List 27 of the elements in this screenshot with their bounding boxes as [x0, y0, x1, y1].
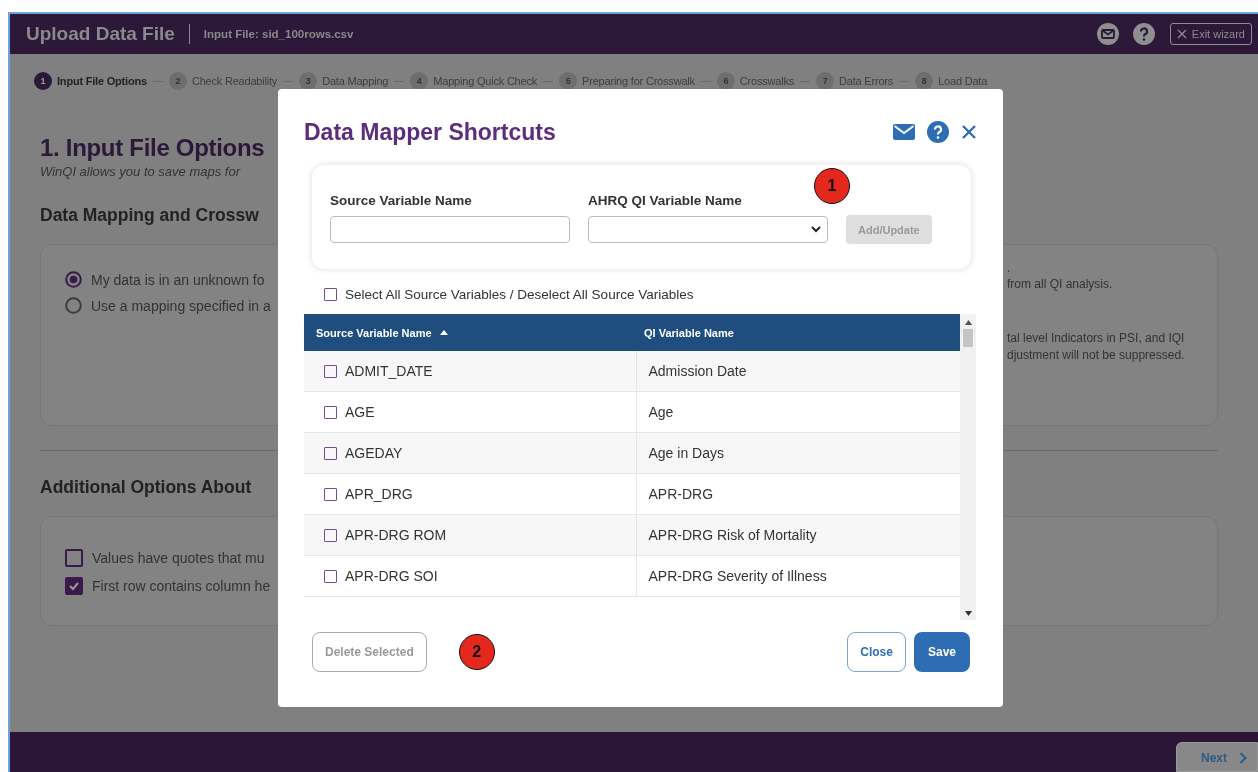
table-cell: APR_DRG [304, 474, 637, 514]
table-cell: APR-DRG ROM [304, 515, 637, 555]
table-cell-text: Age in Days [647, 444, 725, 463]
page-title: Upload Data File [26, 23, 175, 45]
table-cell-text: APR-DRG Risk of Mortality [647, 526, 818, 545]
field-label: Source Variable Name [330, 193, 473, 208]
dialog-title: Data Mapper Shortcuts [304, 118, 556, 146]
table-cell: AGE [304, 392, 637, 432]
section-heading: 1. Input File Options [40, 134, 265, 162]
callout-number: 2 [458, 634, 495, 670]
table-cell-text: Admission Date [647, 362, 748, 381]
note-text: from all QI analysis. [1007, 277, 1114, 291]
table-cell: APR-DRG SOI [304, 556, 637, 596]
table-cell-text: APR-DRG [647, 485, 715, 504]
table-cell-text: APR-DRG Severity of Illness [647, 567, 828, 586]
note-text: . [1007, 261, 1012, 275]
table-cell: ADMIT_DATE [304, 351, 637, 391]
table-cell-text: Age [647, 403, 675, 422]
subsection-heading: Data Mapping and Crossw [40, 205, 259, 226]
note-text: tal level Indicators in PSI, and IQI [1007, 331, 1186, 345]
input-file-label: Input File: sid_100rows.csv [203, 28, 354, 40]
subsection-heading: Additional Options About [40, 477, 252, 498]
field-label: AHRQ QI Variable Name [588, 193, 743, 208]
intro-text: WinQI allows you to save maps for [40, 164, 240, 179]
note-text: djustment will not be suppressed. [1007, 348, 1186, 362]
table-cell: AGEDAY [304, 433, 637, 473]
callout-number: 1 [814, 168, 850, 204]
